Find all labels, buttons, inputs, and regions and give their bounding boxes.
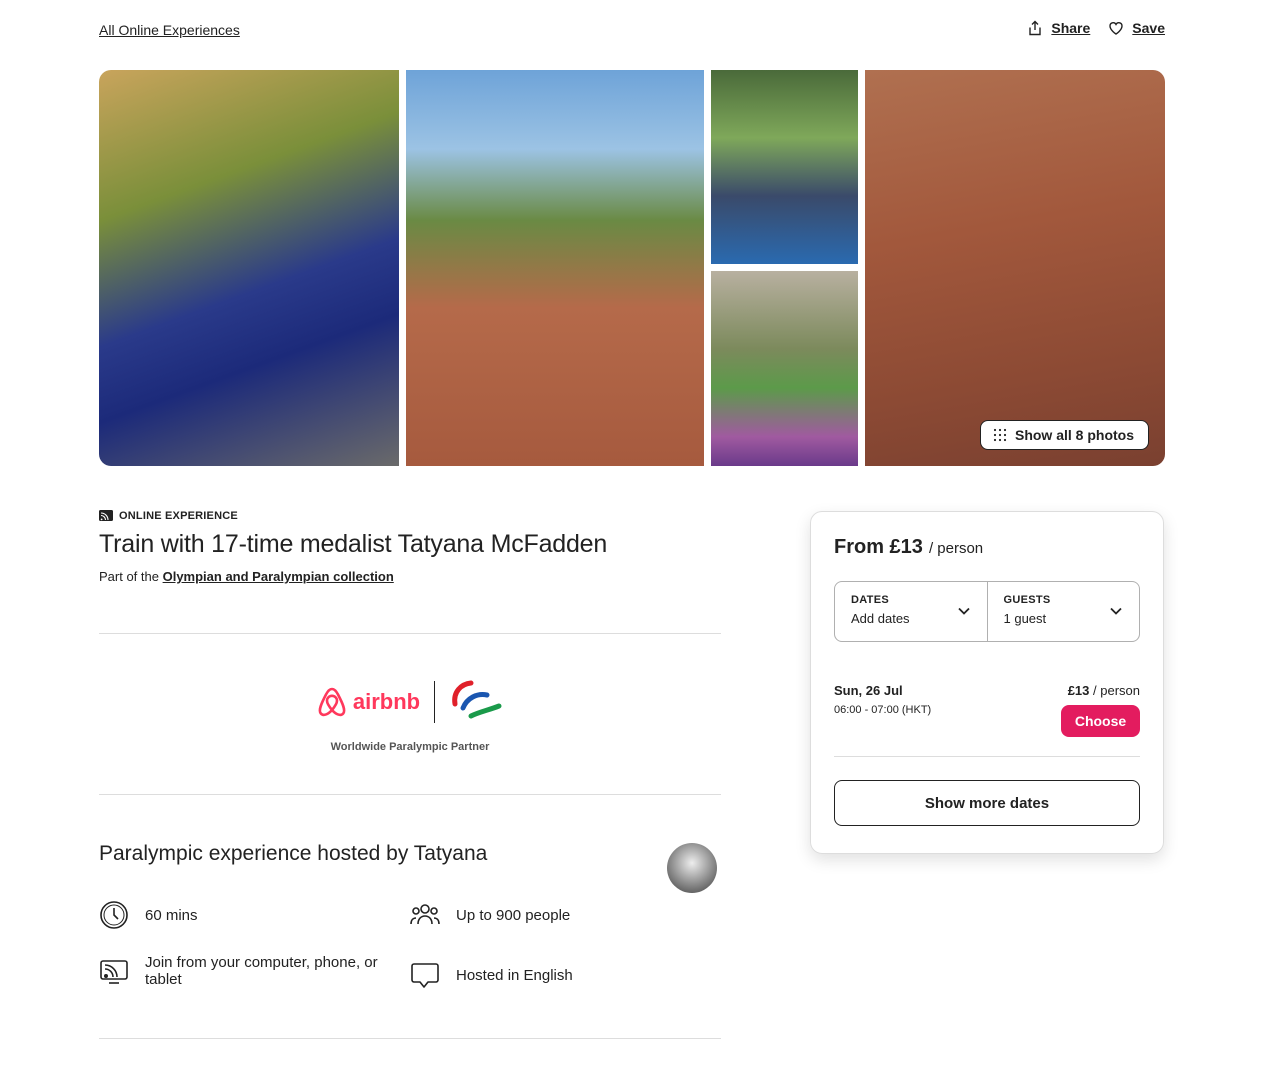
feature-duration: 60 mins (99, 900, 198, 930)
divider (99, 633, 721, 634)
divider (99, 1038, 721, 1039)
chevron-down-icon (957, 607, 970, 615)
photo-athlete-celebrating[interactable] (99, 70, 399, 466)
paralympic-agitos-logo (449, 678, 503, 725)
collection-line: Part of the Olympian and Paralympian col… (99, 569, 721, 584)
host-avatar[interactable] (667, 843, 717, 893)
online-experience-kicker: ONLINE EXPERIENCE (99, 510, 721, 522)
photo-gallery: Show all 8 photos (99, 70, 1165, 466)
listing-details: ONLINE EXPERIENCE Train with 17-time med… (99, 510, 721, 1039)
feature-label: Hosted in English (456, 966, 573, 984)
partner-logos: airbnb (99, 678, 721, 725)
date-guest-picker: DATES Add dates GUESTS 1 guest (834, 581, 1140, 642)
guests-label: GUESTS (1003, 594, 1051, 606)
airbnb-logo: airbnb (317, 686, 420, 718)
save-label: Save (1132, 20, 1165, 36)
share-button[interactable]: Share (1027, 20, 1090, 36)
collection-prefix: Part of the (99, 569, 163, 584)
divider (99, 794, 721, 795)
photo-athlete-on-track[interactable] (406, 70, 704, 466)
photo-athlete-smiling[interactable] (865, 70, 1165, 466)
chevron-down-icon (1110, 607, 1122, 615)
collection-link[interactable]: Olympian and Paralympian collection (163, 569, 394, 584)
show-all-photos-button[interactable]: Show all 8 photos (979, 420, 1149, 450)
choose-button[interactable]: Choose (1061, 705, 1140, 737)
divider (834, 756, 1140, 757)
logo-separator (434, 680, 436, 723)
chat-bubble-icon (411, 963, 439, 988)
kicker-label: ONLINE EXPERIENCE (119, 510, 238, 522)
guests-value: 1 guest (1003, 611, 1047, 626)
dates-label: DATES (851, 594, 889, 606)
guests-picker[interactable]: GUESTS 1 guest (986, 582, 1140, 641)
heart-icon (1109, 22, 1123, 35)
partner-block: airbnb Worldwide Paralympic Partner (99, 678, 721, 753)
grid-dots-icon (993, 428, 1007, 442)
broadcast-screen-icon (99, 510, 113, 521)
slot-price: £13 / person (1068, 683, 1140, 698)
partner-caption: Worldwide Paralympic Partner (330, 741, 490, 753)
people-icon (410, 904, 440, 925)
price-summary: From £13 / person (834, 536, 1140, 559)
feature-label: Join from your computer, phone, or table… (145, 954, 378, 988)
show-more-dates-button[interactable]: Show more dates (834, 780, 1140, 826)
share-label: Share (1051, 20, 1091, 36)
slot-price-amount: £13 (1067, 683, 1090, 698)
save-button[interactable]: Save (1108, 20, 1165, 36)
dates-value: Add dates (851, 611, 910, 626)
page-title: Train with 17-time medalist Tatyana McFa… (99, 530, 608, 558)
top-actions: Share Save (1027, 20, 1165, 36)
share-icon (1029, 20, 1042, 36)
feature-language: Hosted in English (410, 960, 573, 990)
price-from: From £13 (834, 536, 923, 558)
host-title: Paralympic experience hosted by Tatyana (99, 842, 488, 865)
show-all-photos-label: Show all 8 photos (1014, 427, 1134, 443)
devices-icon (100, 960, 128, 984)
feature-capacity: Up to 900 people (410, 900, 570, 930)
airbnb-wordmark: airbnb (352, 688, 421, 714)
top-bar: All Online Experiences Share Save (99, 20, 1165, 42)
available-slot: Sun, 26 Jul 06:00 - 07:00 (HKT) £13 / pe… (834, 683, 1140, 737)
airbnb-belo-icon (318, 687, 346, 716)
dates-picker[interactable]: DATES Add dates (835, 582, 987, 641)
slot-price-per: / person (1093, 683, 1140, 698)
photo-athlete-waving[interactable] (711, 271, 858, 466)
price-per: / person (928, 540, 984, 557)
photo-athlete-with-medals[interactable] (711, 70, 858, 264)
agitos-icon (452, 680, 502, 719)
all-online-experiences-link[interactable]: All Online Experiences (99, 22, 240, 38)
feature-label: Up to 900 people (456, 906, 571, 924)
clock-icon (100, 901, 128, 929)
feature-label: 60 mins (145, 906, 198, 924)
booking-card: From £13 / person DATES Add dates GUESTS… (810, 511, 1164, 854)
feature-devices: Join from your computer, phone, or table… (99, 954, 399, 988)
